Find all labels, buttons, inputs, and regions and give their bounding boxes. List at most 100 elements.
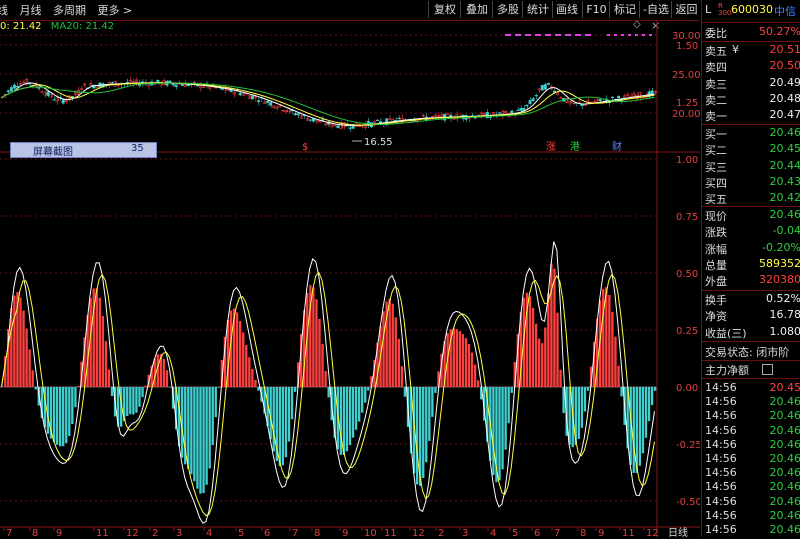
ask-row-value: 20.50 [770, 59, 800, 72]
histogram-bar [532, 308, 534, 387]
histogram-bar [633, 387, 635, 473]
histogram-bar [248, 357, 250, 387]
draw-line-button[interactable]: 画线 [552, 1, 581, 18]
indicator-tick-label: 1.25 [676, 98, 698, 109]
stock-name: 中信 [774, 3, 796, 19]
stat-row: 涨幅-0.20% [702, 241, 800, 257]
tab-more[interactable]: 更多 > [98, 4, 133, 17]
tick-price: 20.46 [770, 395, 800, 408]
stat-row-value: 589352 [759, 257, 800, 270]
tick-time: 14:56 [705, 409, 737, 422]
x-tick-label: 7 [292, 528, 298, 537]
tick-time: 14:56 [705, 480, 737, 493]
tab-multi-period[interactable]: 多周期 [53, 4, 86, 17]
chart-toolbar: 日线 月线 多周期 更多 > 复权 叠加 多股 统计 画线 F10 标记 -自选… [0, 0, 700, 21]
candle-body [511, 111, 513, 113]
x-tick-label: 3 [176, 528, 182, 537]
stat-row-label: 现价 [705, 208, 727, 224]
x-tick-label: 4 [490, 528, 496, 537]
histogram-bar [279, 387, 281, 466]
bid-row-value: 20.46 [770, 126, 800, 139]
ask-row: 卖二20.48 [702, 92, 800, 108]
tick-time: 14:56 [705, 381, 737, 394]
histogram-bar [538, 339, 540, 387]
histogram-bar [611, 312, 613, 387]
indicator-tick-label: 1.00 [676, 155, 698, 166]
histogram-bar [462, 334, 464, 387]
overlay-button[interactable]: 叠加 [460, 1, 493, 18]
tab-monthly[interactable]: 月线 [20, 4, 42, 17]
histogram-bar [465, 338, 467, 387]
ask-row: 卖一20.47 [702, 108, 800, 124]
histogram-bar [74, 387, 76, 407]
candle-body [10, 87, 12, 91]
tab-daily[interactable]: 日线 [0, 4, 8, 17]
watchlist-button[interactable]: -自选 [639, 1, 672, 18]
histogram-bar [135, 387, 137, 413]
stat-row-value: 20.46 [770, 208, 800, 221]
statistics-button[interactable]: 统计 [522, 1, 553, 18]
stat2-row-label: 收益(三) [705, 325, 747, 341]
main-flow-row[interactable]: 主力净额 [702, 362, 800, 378]
x-tick-label: 11 [96, 528, 109, 537]
histogram-bar [529, 297, 531, 387]
stat-row-label: 涨跌 [705, 224, 727, 240]
period-tabs: 日线 月线 多周期 更多 > [0, 2, 140, 18]
histogram-bar [642, 387, 644, 453]
histogram-bar [205, 387, 207, 485]
histogram-bar [71, 387, 73, 424]
stat-row-label: 总量 [705, 257, 727, 273]
x-tick-label: 12 [412, 528, 425, 537]
screenshot-label-bar[interactable]: 屏幕截图 35 [10, 142, 157, 158]
candle-body [498, 113, 500, 114]
bid-row-value: 20.42 [770, 191, 800, 204]
bid-row-value: 20.43 [770, 175, 800, 188]
histogram-bar [212, 387, 214, 445]
histogram-bar [343, 387, 345, 455]
histogram-bar [535, 324, 537, 387]
histogram-bar [28, 349, 30, 387]
histogram-bar [453, 328, 455, 387]
candle-body [373, 122, 375, 124]
histogram-bar [340, 387, 342, 455]
histogram-bar [355, 387, 357, 430]
histogram-bar [190, 387, 192, 474]
histogram-bar [605, 287, 607, 387]
histogram-bar [602, 289, 604, 387]
histogram-bar [501, 387, 503, 469]
currency-icon: ¥ [732, 43, 739, 56]
stat-row-value: 320380 [759, 273, 800, 286]
multi-stock-button[interactable]: 多股 [492, 1, 523, 18]
candle-body [526, 105, 528, 106]
trade-status: 交易状态: 闭市阶 [705, 344, 789, 360]
restore-rights-button[interactable]: 复权 [428, 1, 461, 18]
histogram-bar [96, 288, 98, 387]
histogram-bar [327, 387, 329, 397]
order-ratio-value: 50.27% [759, 25, 800, 38]
x-tick-label: 2 [152, 528, 158, 537]
candle-body [175, 85, 177, 87]
tick-price: 20.46 [770, 438, 800, 451]
ask-row-value: 20.51 [770, 43, 800, 56]
bid-row-label: 买四 [705, 175, 727, 191]
back-button[interactable]: 返回 [671, 1, 701, 18]
histogram-bar [138, 387, 140, 407]
histogram-bar [541, 343, 543, 387]
main-flow-label: 主力净额 [705, 362, 749, 378]
mark-button[interactable]: 标记 [609, 1, 640, 18]
histogram-bar [144, 386, 146, 387]
tick-price: 20.46 [770, 409, 800, 422]
candle-body [422, 115, 424, 116]
expand-icon[interactable] [762, 364, 773, 375]
ask-row-label: 卖一 [705, 108, 727, 124]
histogram-bar [294, 387, 296, 392]
x-tick-label: 10 [364, 528, 377, 537]
histogram-bar [511, 387, 513, 393]
candle-body [517, 110, 519, 111]
x-tick-label: 9 [598, 528, 604, 537]
tick-price: 20.46 [770, 424, 800, 437]
ask-row-label: 卖五 [705, 43, 727, 59]
stock-chart[interactable]: 30.0025.0020.001.501.251.000.750.500.250… [0, 20, 700, 537]
f10-button[interactable]: F10 [582, 1, 610, 18]
stock-code: 600030 [731, 3, 773, 16]
